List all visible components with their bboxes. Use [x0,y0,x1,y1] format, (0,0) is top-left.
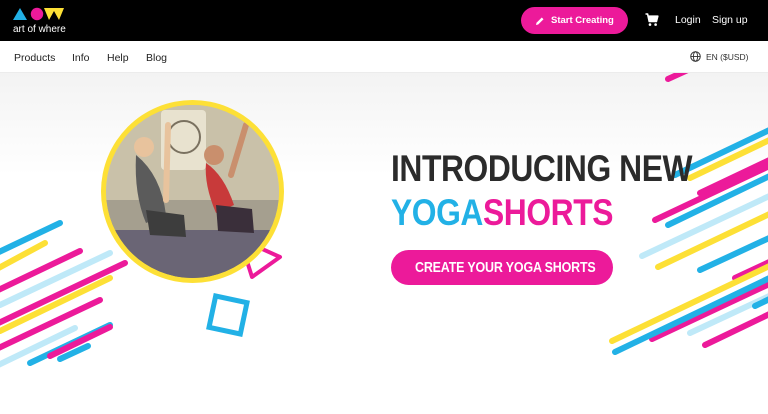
cart-icon[interactable] [645,13,659,27]
page: art of where Start Creating Login Sign u… [0,0,768,414]
start-creating-button[interactable]: Start Creating [521,7,628,34]
create-yoga-shorts-label: CREATE YOUR YOGA SHORTS [415,259,596,276]
decorative-stripes [0,73,768,368]
login-link[interactable]: Login [675,14,701,26]
headline-shorts: SHORTS [482,192,614,233]
yoga-photo-illustration [106,105,279,278]
nav-item-help[interactable]: Help [107,52,129,64]
yoga-photo [106,105,279,278]
language-label: EN ($USD) [706,51,749,62]
start-creating-label: Start Creating [551,15,614,26]
create-yoga-shorts-button[interactable]: CREATE YOUR YOGA SHORTS [391,250,613,285]
headline-line-2: YOGASHORTS [391,191,640,235]
logo-text: art of where [13,24,66,35]
logo-shapes-icon [13,7,64,21]
top-header: art of where Start Creating Login Sign u… [0,0,768,41]
secondary-nav: Products Info Help Blog EN ($USD) [0,41,768,73]
signup-link[interactable]: Sign up [712,14,748,26]
hero-photo-frame [101,100,284,283]
hero-banner[interactable]: INTRODUCING NEW YOGASHORTS CREATE YOUR Y… [0,73,768,414]
hero-headline: INTRODUCING NEW YOGASHORTS [391,147,693,235]
language-selector[interactable]: EN ($USD) [690,51,749,62]
nav-item-blog[interactable]: Blog [146,52,167,64]
nav-item-products[interactable]: Products [14,52,55,64]
headline-yoga: YOGA [391,192,483,233]
nav-item-info[interactable]: Info [72,52,90,64]
globe-icon [690,51,701,62]
pencil-icon [536,17,544,25]
headline-line-1: INTRODUCING NEW [391,148,693,189]
logo[interactable]: art of where [13,5,73,37]
